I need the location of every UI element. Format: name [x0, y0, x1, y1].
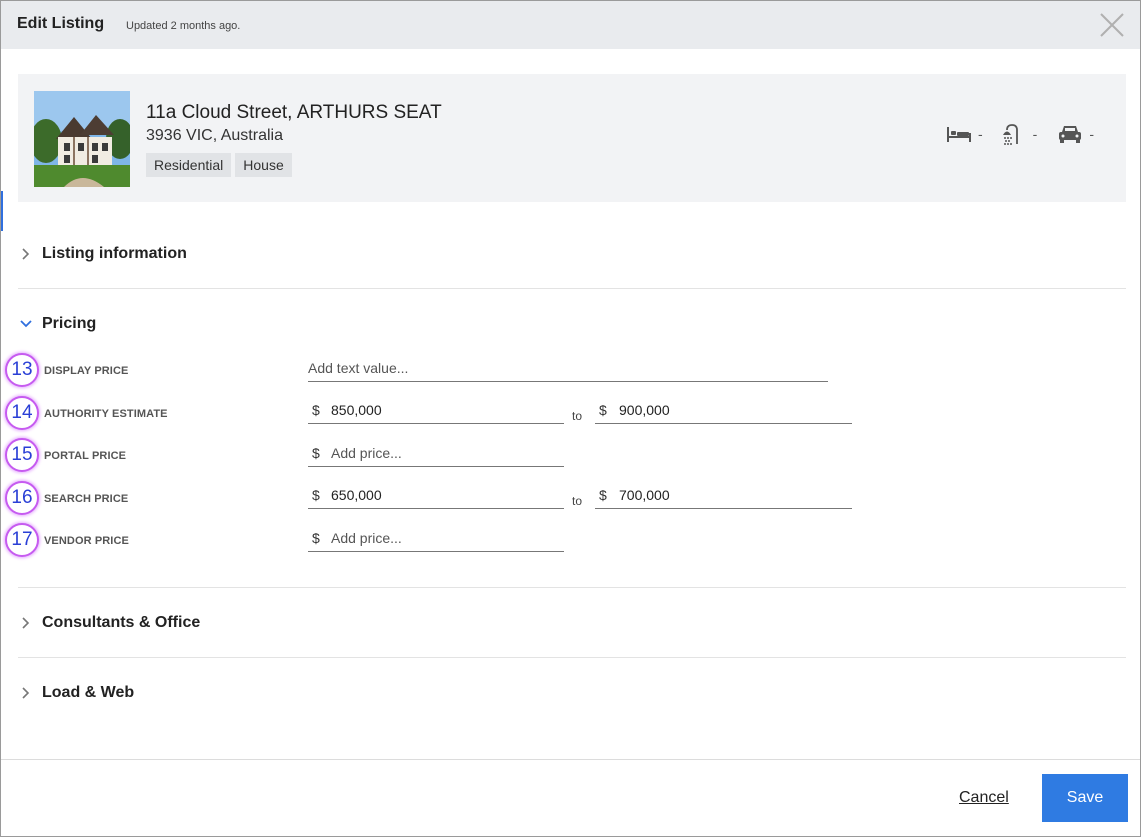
section-pricing[interactable]: Pricing — [18, 309, 96, 339]
search-price-from-input[interactable]: $ 650,000 — [308, 483, 564, 509]
section-label: Load & Web — [42, 684, 135, 701]
section-label: Consultants & Office — [42, 614, 201, 631]
car-icon — [1059, 126, 1082, 143]
display-price-placeholder: Add text value... — [308, 360, 409, 376]
save-button[interactable]: Save — [1042, 774, 1128, 822]
search-price-to-input[interactable]: $ 700,000 — [595, 483, 852, 509]
carspaces-feature: - — [1057, 124, 1094, 144]
tag-house: House — [235, 153, 292, 177]
section-load-web[interactable]: Load & Web — [18, 678, 134, 708]
search-price-from-value: 650,000 — [331, 487, 382, 503]
currency-symbol: $ — [312, 402, 320, 418]
property-photo — [34, 91, 130, 187]
bedrooms-feature: - — [946, 125, 983, 143]
updated-timestamp: Updated 2 months ago. — [126, 20, 241, 32]
currency-symbol: $ — [312, 487, 320, 503]
footer-divider — [1, 759, 1140, 760]
modal-title: Edit Listing — [17, 15, 105, 32]
property-tags: Residential House — [146, 153, 292, 177]
portal-price-input[interactable]: $ Add price... — [308, 441, 564, 467]
close-button[interactable] — [1098, 11, 1126, 39]
edit-listing-modal: Edit Listing Updated 2 months ago. 11a C… — [0, 0, 1141, 837]
vendor-price-input[interactable]: $ Add price... — [308, 526, 564, 552]
portal-price-placeholder: Add price... — [331, 445, 402, 461]
chevron-down-icon — [20, 320, 32, 328]
property-card: 11a Cloud Street, ARTHURS SEAT 3936 VIC,… — [18, 74, 1126, 202]
currency-symbol: $ — [599, 402, 607, 418]
currency-symbol: $ — [312, 445, 320, 461]
cancel-button[interactable]: Cancel — [959, 789, 1009, 807]
annotation-badge: 15 — [5, 438, 39, 472]
carspaces-value: - — [1089, 126, 1094, 142]
annotation-badge: 14 — [5, 396, 39, 430]
authority-estimate-to-input[interactable]: $ 900,000 — [595, 398, 852, 424]
display-price-label: DISPLAY PRICE — [44, 365, 129, 377]
annotation-badge: 17 — [5, 523, 39, 557]
bathrooms-value: - — [1032, 126, 1038, 142]
divider — [18, 288, 1126, 289]
chevron-right-icon — [22, 248, 30, 260]
vendor-price-placeholder: Add price... — [331, 530, 402, 546]
currency-symbol: $ — [312, 530, 320, 546]
search-price-label: SEARCH PRICE — [44, 493, 129, 505]
modal-header: Edit Listing Updated 2 months ago. — [1, 1, 1140, 49]
annotation-badge: 16 — [5, 481, 39, 515]
portal-price-label: PORTAL PRICE — [44, 450, 127, 462]
display-price-input[interactable]: Add text value... — [308, 356, 828, 382]
shower-icon — [1002, 124, 1018, 145]
search-price-to-value: 700,000 — [619, 487, 670, 503]
authority-estimate-from-input[interactable]: $ 850,000 — [308, 398, 564, 424]
range-to-label: to — [572, 494, 583, 508]
bedrooms-value: - — [977, 126, 983, 142]
section-label: Listing information — [42, 245, 187, 262]
currency-symbol: $ — [599, 487, 607, 503]
vendor-price-label: VENDOR PRICE — [44, 535, 129, 547]
divider — [18, 657, 1126, 658]
divider — [18, 587, 1126, 588]
property-address: 11a Cloud Street, ARTHURS SEAT — [146, 102, 442, 123]
close-icon — [1100, 13, 1124, 37]
annotation-badge: 13 — [5, 353, 39, 387]
section-label: Pricing — [42, 315, 97, 332]
chevron-right-icon — [22, 687, 30, 699]
tag-residential: Residential — [146, 153, 232, 177]
property-suburb: 3936 VIC, Australia — [146, 127, 283, 144]
scroll-indicator — [1, 191, 3, 231]
chevron-right-icon — [22, 617, 30, 629]
bathrooms-feature: - — [1002, 122, 1038, 146]
authority-estimate-to-value: 900,000 — [619, 402, 670, 418]
authority-estimate-label: AUTHORITY ESTIMATE — [44, 408, 168, 420]
section-consultants-office[interactable]: Consultants & Office — [18, 608, 200, 638]
bed-icon — [946, 127, 971, 142]
authority-estimate-from-value: 850,000 — [331, 402, 382, 418]
property-features: - - - — [946, 122, 1094, 146]
range-to-label: to — [572, 409, 583, 423]
section-listing-information[interactable]: Listing information — [18, 239, 187, 269]
